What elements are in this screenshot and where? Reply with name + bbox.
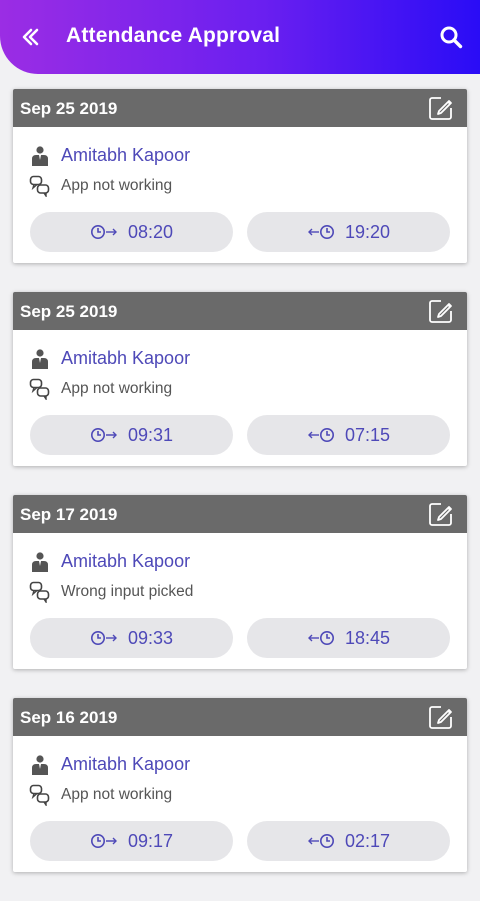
check-out-value: 18:45 <box>344 627 391 648</box>
edit-button[interactable] <box>427 297 455 325</box>
chat-bubbles-icon <box>29 581 50 603</box>
person-icon <box>32 754 48 775</box>
card-date: Sep 25 2019 <box>20 302 118 321</box>
card-date: Sep 25 2019 <box>20 99 118 118</box>
employee-name: Amitabh Kapoor <box>61 754 191 774</box>
reason-text: App not working <box>61 177 173 194</box>
app-header: Attendance Approval <box>0 0 480 74</box>
reason-text: App not working <box>61 380 173 397</box>
search-button[interactable] <box>436 22 466 52</box>
attendance-card[interactable]: Sep 25 2019 Amitabh Kapoor App not worki… <box>13 89 467 263</box>
back-button[interactable] <box>16 22 46 52</box>
employee-name: Amitabh Kapoor <box>61 145 191 165</box>
check-out-time[interactable]: 18:45 <box>247 618 450 658</box>
edit-icon <box>429 706 452 729</box>
edit-button[interactable] <box>427 703 455 731</box>
reason-text: Wrong input picked <box>61 583 194 600</box>
clock-out-icon <box>307 834 334 848</box>
clock-in-icon <box>90 834 117 848</box>
edit-button[interactable] <box>427 94 455 122</box>
card-date: Sep 17 2019 <box>20 505 118 524</box>
edit-icon <box>429 300 452 323</box>
person-icon <box>32 145 48 166</box>
card-header: Sep 17 2019 <box>13 495 467 533</box>
edit-icon <box>429 503 452 526</box>
person-icon <box>32 551 48 572</box>
check-in-value: 09:17 <box>127 830 174 851</box>
employee-row: Amitabh Kapoor <box>31 348 190 369</box>
employee-row: Amitabh Kapoor <box>31 754 190 775</box>
reason-text: App not working <box>61 786 173 803</box>
clock-out-icon <box>307 225 334 239</box>
reason-row: App not working <box>29 378 172 400</box>
card-date: Sep 16 2019 <box>20 708 118 727</box>
check-out-value: 02:17 <box>344 830 391 851</box>
check-out-time[interactable]: 07:15 <box>247 415 450 455</box>
edit-button[interactable] <box>427 500 455 528</box>
employee-name: Amitabh Kapoor <box>61 551 191 571</box>
card-header: Sep 25 2019 <box>13 89 467 127</box>
chat-bubbles-icon <box>29 378 50 400</box>
clock-out-icon <box>307 631 334 645</box>
chevron-double-left-icon <box>22 28 39 46</box>
reason-row: App not working <box>29 784 172 806</box>
attendance-card[interactable]: Sep 16 2019 Amitabh Kapoor App not worki… <box>13 698 467 872</box>
clock-in-icon <box>90 225 117 239</box>
chat-bubbles-icon <box>29 175 50 197</box>
check-in-value: 08:20 <box>127 221 174 242</box>
reason-row: App not working <box>29 175 172 197</box>
person-icon <box>32 348 48 369</box>
edit-icon <box>429 97 452 120</box>
reason-row: Wrong input picked <box>29 581 193 603</box>
employee-row: Amitabh Kapoor <box>31 145 190 166</box>
card-header: Sep 25 2019 <box>13 292 467 330</box>
attendance-list: Sep 25 2019 Amitabh Kapoor App not worki… <box>13 89 467 901</box>
check-out-time[interactable]: 02:17 <box>247 821 450 861</box>
employee-name: Amitabh Kapoor <box>61 348 191 368</box>
check-out-value: 19:20 <box>344 221 391 242</box>
check-in-time[interactable]: 09:31 <box>30 415 233 455</box>
page-title: Attendance Approval <box>66 24 281 47</box>
employee-row: Amitabh Kapoor <box>31 551 190 572</box>
check-in-time[interactable]: 08:20 <box>30 212 233 252</box>
search-icon <box>440 26 463 49</box>
card-header: Sep 16 2019 <box>13 698 467 736</box>
check-in-value: 09:31 <box>127 424 174 445</box>
check-in-time[interactable]: 09:17 <box>30 821 233 861</box>
check-in-value: 09:33 <box>127 627 174 648</box>
attendance-card[interactable]: Sep 25 2019 Amitabh Kapoor App not worki… <box>13 292 467 466</box>
attendance-card[interactable]: Sep 17 2019 Amitabh Kapoor Wrong input p… <box>13 495 467 669</box>
clock-in-icon <box>90 428 117 442</box>
check-out-value: 07:15 <box>344 424 391 445</box>
check-in-time[interactable]: 09:33 <box>30 618 233 658</box>
clock-in-icon <box>90 631 117 645</box>
clock-out-icon <box>307 428 334 442</box>
check-out-time[interactable]: 19:20 <box>247 212 450 252</box>
chat-bubbles-icon <box>29 784 50 806</box>
